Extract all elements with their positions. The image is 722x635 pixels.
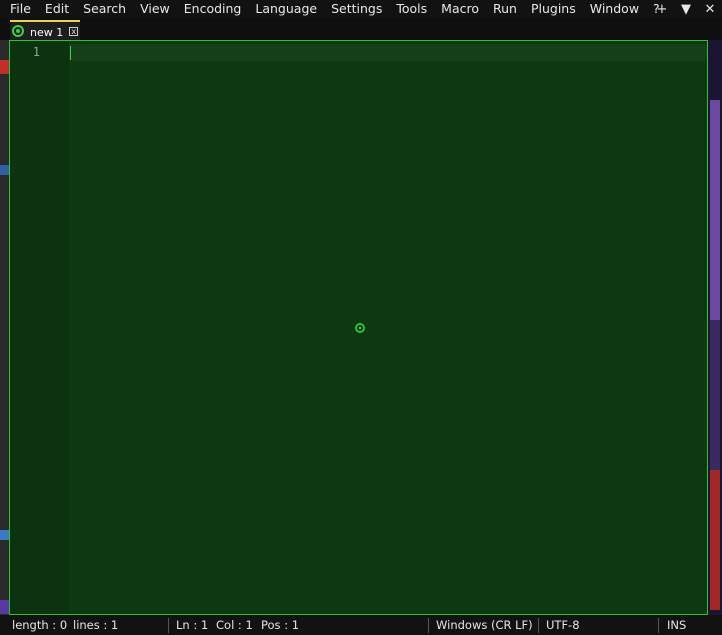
text-editor[interactable]: 1 (9, 40, 708, 615)
menu-file[interactable]: File (0, 0, 38, 18)
current-line-highlight (69, 44, 707, 61)
target-icon (355, 323, 365, 333)
status-lines: lines : 1 (73, 618, 119, 632)
menu-macro[interactable]: Macro (434, 0, 486, 18)
menu-run[interactable]: Run (486, 0, 524, 18)
new-tab-button[interactable]: + (650, 1, 674, 18)
close-icon[interactable]: x (69, 27, 79, 36)
menu-encoding[interactable]: Encoding (177, 0, 249, 18)
status-ln: Ln : 1 (176, 618, 209, 632)
status-length: length : 0 (12, 618, 68, 632)
line-number: 1 (32, 45, 40, 59)
status-eol[interactable]: Windows (CR LF) (436, 615, 533, 635)
status-separator (538, 618, 539, 633)
close-tab-button[interactable]: ✕ (698, 1, 722, 18)
menu-edit[interactable]: Edit (38, 0, 76, 18)
status-separator (428, 618, 429, 633)
line-number-gutter[interactable]: 1 (10, 41, 69, 614)
tab-new-1[interactable]: new 1 x (10, 20, 80, 40)
menu-language[interactable]: Language (248, 0, 324, 18)
menu-view[interactable]: View (133, 0, 177, 18)
menu-bar: File Edit Search View Encoding Language … (0, 0, 722, 18)
text-caret (70, 46, 71, 60)
menu-plugins[interactable]: Plugins (524, 0, 583, 18)
window-controls: + ▼ ✕ (650, 0, 722, 18)
status-separator (168, 618, 169, 633)
menu-tools[interactable]: Tools (389, 0, 434, 18)
status-pos: Pos : 1 (261, 618, 300, 632)
menu-window[interactable]: Window (583, 0, 646, 18)
status-insert-mode[interactable]: INS (667, 615, 686, 635)
status-separator (658, 618, 659, 633)
status-col: Col : 1 (216, 618, 253, 632)
background-window-right (708, 40, 722, 615)
tab-bar: new 1 x (0, 18, 722, 40)
saved-status-icon (12, 25, 24, 37)
status-bar: length : 0 lines : 1 Ln : 1 Col : 1 Pos … (0, 615, 722, 635)
app-window: File Edit Search View Encoding Language … (0, 0, 722, 635)
status-encoding[interactable]: UTF-8 (546, 615, 580, 635)
tab-list-dropdown-button[interactable]: ▼ (674, 1, 698, 18)
tab-label: new 1 (30, 25, 64, 39)
menu-search[interactable]: Search (76, 0, 133, 18)
menu-settings[interactable]: Settings (324, 0, 389, 18)
